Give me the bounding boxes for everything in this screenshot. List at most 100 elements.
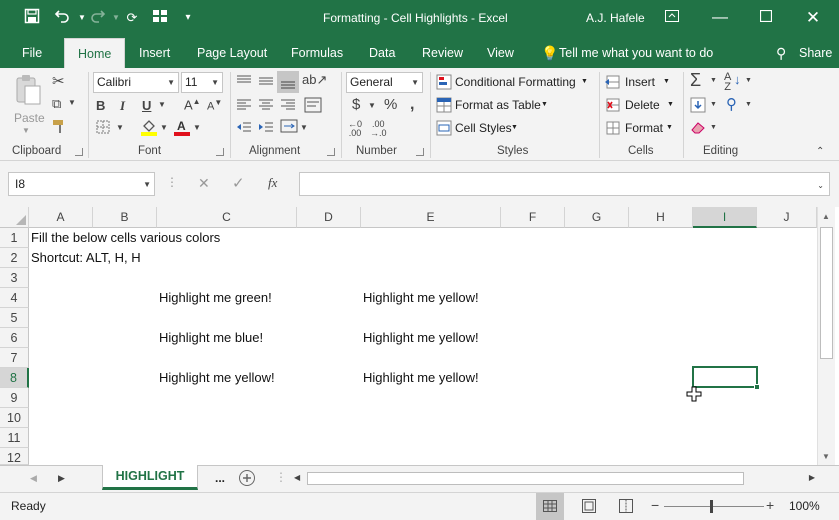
zoom-level[interactable]: 100% (789, 499, 820, 513)
row-header[interactable]: 10 (0, 408, 29, 428)
orientation-icon[interactable]: ab↗ (302, 72, 327, 88)
underline-icon[interactable]: U (142, 98, 151, 113)
autosum-dropdown-icon[interactable]: ▼ (710, 77, 717, 84)
chevron-down-icon[interactable]: ▼ (666, 124, 673, 131)
tab-file[interactable]: File (22, 38, 42, 68)
format-painter-icon[interactable] (52, 118, 68, 137)
comma-style-icon[interactable]: , (410, 96, 414, 114)
cut-icon[interactable]: ✂ (52, 72, 65, 90)
scroll-left-icon[interactable]: ◀ (294, 473, 300, 482)
cancel-entry-icon[interactable]: ✕ (198, 175, 210, 192)
normal-view-button[interactable] (536, 493, 564, 520)
active-cell-selection[interactable] (692, 366, 758, 388)
paste-label[interactable]: Paste (14, 111, 45, 125)
decrease-font-icon[interactable]: A▼ (207, 98, 222, 113)
chevron-down-icon[interactable]: ▼ (667, 101, 674, 108)
zoom-in-icon[interactable]: + (766, 497, 774, 513)
undo-icon[interactable] (52, 8, 72, 28)
currency-icon[interactable]: $ (352, 96, 360, 113)
row-header[interactable]: 9 (0, 388, 29, 408)
minimize-icon[interactable]: — (710, 8, 730, 28)
tell-me-box[interactable]: Tell me what you want to do (559, 38, 713, 68)
customize-qat-icon[interactable]: ▾ (178, 8, 198, 28)
delete-button[interactable]: Delete (625, 98, 660, 112)
cell-e6[interactable]: Highlight me yellow! (363, 328, 479, 348)
column-header[interactable]: G (565, 207, 629, 228)
copy-icon[interactable]: ⧉ (52, 96, 61, 112)
font-color-dropdown-icon[interactable]: ▼ (193, 123, 201, 132)
vertical-scroll-thumb[interactable] (820, 227, 833, 359)
insert-function-icon[interactable]: fx (268, 175, 277, 191)
name-box[interactable]: I8 ▼ (8, 172, 155, 196)
scroll-up-icon[interactable]: ▲ (822, 212, 830, 221)
user-name[interactable]: A.J. Hafele (586, 11, 645, 25)
maximize-icon[interactable] (756, 8, 776, 28)
column-header-selected[interactable]: I (693, 207, 757, 228)
align-left-icon[interactable] (236, 98, 252, 115)
horizontal-scrollbar[interactable]: ◀ ▶ (292, 471, 817, 487)
row-header[interactable]: 1 (0, 228, 29, 248)
column-header[interactable]: H (629, 207, 693, 228)
find-select-icon[interactable]: ⚲ (726, 95, 737, 113)
row-header-selected[interactable]: 8 (0, 368, 29, 388)
cell-a2[interactable]: Shortcut: ALT, H, H (31, 248, 141, 268)
zoom-out-icon[interactable]: − (651, 497, 659, 513)
middle-align-icon[interactable] (258, 74, 274, 91)
zoom-slider-thumb[interactable] (710, 500, 713, 513)
sheet-tab-highlight[interactable]: HIGHLIGHT (102, 465, 198, 490)
column-header[interactable]: D (297, 207, 361, 228)
row-header[interactable]: 11 (0, 428, 29, 448)
tab-review[interactable]: Review (422, 38, 463, 68)
clipboard-launcher-icon[interactable] (75, 148, 83, 156)
insert-button[interactable]: Insert (625, 75, 655, 89)
row-header[interactable]: 12 (0, 448, 29, 465)
sort-filter-icon[interactable]: AZ (724, 72, 731, 93)
ribbon-display-icon[interactable] (662, 8, 682, 28)
worksheet-grid[interactable]: A B C D E F G H I J 1 2 3 4 5 6 7 8 9 10… (0, 207, 839, 465)
cell-c6[interactable]: Highlight me blue! (159, 328, 263, 348)
column-header[interactable]: E (361, 207, 501, 228)
row-header[interactable]: 3 (0, 268, 29, 288)
tab-view[interactable]: View (487, 38, 514, 68)
cell-e8[interactable]: Highlight me yellow! (363, 368, 479, 388)
paste-icon[interactable] (14, 74, 42, 106)
decrease-indent-icon[interactable] (236, 120, 252, 137)
fill-color-dropdown-icon[interactable]: ▼ (160, 123, 168, 132)
align-right-icon[interactable] (280, 98, 296, 115)
format-button[interactable]: Format (625, 121, 663, 135)
page-layout-view-icon[interactable] (582, 499, 596, 516)
paste-dropdown-icon[interactable]: ▼ (22, 126, 30, 135)
tab-home[interactable]: Home (64, 38, 126, 68)
increase-font-icon[interactable]: A▲ (184, 97, 201, 112)
scroll-down-icon[interactable]: ▼ (822, 452, 830, 461)
cell-styles-button[interactable]: Cell Styles (455, 121, 512, 135)
font-launcher-icon[interactable] (216, 148, 224, 156)
collapse-ribbon-icon[interactable]: ⌃ (816, 146, 824, 157)
form-icon[interactable] (150, 8, 170, 28)
horizontal-scroll-thumb[interactable] (307, 472, 744, 485)
fill-dropdown-icon[interactable]: ▼ (710, 101, 717, 108)
chevron-down-icon[interactable]: ▼ (541, 101, 548, 108)
chevron-down-icon[interactable]: ▼ (663, 78, 670, 85)
select-all-corner[interactable] (0, 207, 29, 228)
tab-page-layout[interactable]: Page Layout (197, 38, 267, 68)
copy-dropdown-icon[interactable]: ▼ (68, 98, 76, 107)
borders-icon[interactable] (96, 120, 110, 137)
save-icon[interactable] (22, 8, 42, 28)
confirm-entry-icon[interactable]: ✓ (232, 174, 245, 192)
borders-dropdown-icon[interactable]: ▼ (116, 123, 124, 132)
tab-insert[interactable]: Insert (139, 38, 170, 68)
currency-dropdown-icon[interactable]: ▼ (368, 101, 376, 110)
find-dropdown-icon[interactable]: ▼ (745, 101, 752, 108)
row-header[interactable]: 7 (0, 348, 29, 368)
column-header[interactable]: C (157, 207, 297, 228)
tab-split-handle-icon[interactable]: ⋮ (275, 470, 287, 484)
chevron-down-icon[interactable]: ▼ (511, 124, 518, 131)
top-align-icon[interactable] (236, 74, 252, 91)
next-sheet-icon[interactable]: ▶ (58, 473, 65, 484)
tab-data[interactable]: Data (369, 38, 395, 68)
number-launcher-icon[interactable] (416, 148, 424, 156)
underline-dropdown-icon[interactable]: ▼ (158, 100, 166, 109)
formula-input[interactable]: ⌄ (299, 172, 830, 196)
clear-icon[interactable] (690, 120, 706, 137)
